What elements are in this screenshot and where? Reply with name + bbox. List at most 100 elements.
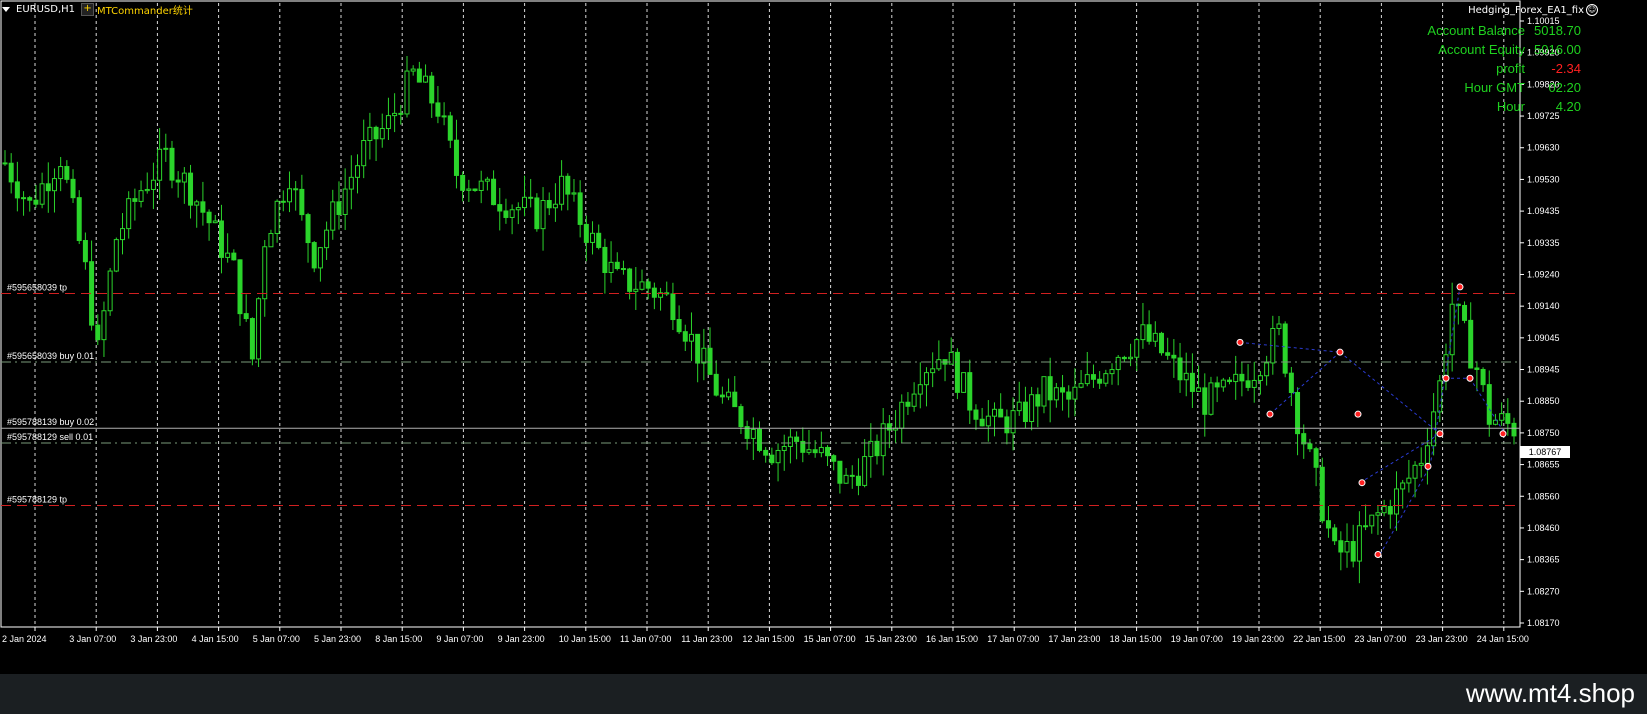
candle-body [620,268,626,271]
candle-body [1301,433,1307,445]
footer-bar: www.mt4.shop [0,674,1647,714]
candle-body [330,201,336,231]
candle-body [1004,416,1010,434]
trade-marker [1466,374,1474,382]
candle-body [472,188,478,191]
candle-body [1307,443,1313,450]
candle-body [21,197,27,200]
info-label: Hour [1496,99,1525,114]
candle-body [1146,324,1152,342]
plot-frame [0,0,1521,628]
trade-marker [1424,462,1432,470]
candle-body [837,460,843,484]
candle-body [633,288,639,292]
candle-body [225,252,231,258]
candle-body [385,115,391,130]
candle-body [923,372,929,386]
indicator-badge[interactable]: + MTCommander统计 [81,2,193,17]
candle-body [1060,387,1066,393]
expert-advisor-label[interactable]: Hedging_Forex_EA1_fix ☺ [1468,4,1598,16]
trade-connector [1239,341,1341,353]
candle-body [286,188,292,203]
candle-body [120,228,126,241]
candle-body [812,449,818,454]
y-tick-label: 1.08270 [1527,586,1560,596]
candle-body [1387,506,1393,515]
candle-body [917,384,923,395]
x-tick-label: 17 Jan 07:00 [987,634,1039,644]
candle-body [175,179,181,183]
x-tick-label: 23 Jan 07:00 [1354,634,1406,644]
plus-icon[interactable]: + [81,2,95,16]
candle-body [126,198,132,230]
y-tick-label: 1.08850 [1527,396,1560,406]
info-value: 02:20 [1548,80,1581,95]
candle-body [645,281,651,289]
info-row: Hour GMT 02:20 [1427,78,1581,97]
candle-body [540,199,546,230]
dropdown-icon[interactable] [2,6,10,12]
chart-window[interactable]: 2 Jan 2024 3 Jan 07:00 3 Jan 23:00 4 Jan 15… [0,0,1647,714]
candle-body [1363,525,1369,528]
trade-marker [1374,550,1382,558]
order-line-label: #595658039 tp [7,282,67,292]
candle-body [416,68,422,83]
candle-body [726,391,732,398]
candle-body [76,197,82,242]
candle-body [324,229,330,249]
indicator-label: MTCommander统计 [97,5,193,17]
candle-body [188,172,194,206]
candle-body [1189,372,1195,392]
candle-body [1486,384,1492,425]
candle-body [317,247,323,269]
candle-body [985,415,991,427]
y-tick-label: 1.09530 [1527,174,1560,184]
candle-body [602,246,608,274]
candle-body [435,102,441,117]
x-tick-label: 22 Jan 15:00 [1293,634,1345,644]
candle-body [274,200,280,235]
candle-body [806,449,812,453]
candle-body [398,112,404,115]
candle-body [1177,357,1183,381]
candle-body [361,140,367,167]
candle-body [1424,445,1430,464]
trade-connector [1379,466,1431,555]
info-label: Account Equity [1438,42,1525,57]
candle-body [1165,352,1171,356]
candle-body [1239,373,1245,382]
candle-body [1474,367,1480,370]
candle-body [95,324,101,341]
candle-body [1313,448,1319,468]
x-tick-label: 3 Jan 23:00 [130,634,177,644]
x-tick-label: 15 Jan 07:00 [804,634,856,644]
candle-body [954,351,960,393]
candle-body [206,211,212,224]
smiley-icon: ☺ [1586,4,1598,16]
candle-body [460,174,466,191]
candle-body [58,166,64,180]
candle-body [559,175,565,205]
candle-body [781,445,787,451]
candle-body [1072,386,1078,400]
ea-name-text: Hedging_Forex_EA1_fix [1468,4,1584,16]
candle-body [392,112,398,117]
trade-marker [1499,430,1507,438]
candle-body [565,175,571,195]
candle-body [707,347,713,375]
candle-body [299,188,305,216]
candle-body [1381,506,1387,514]
candle-body [583,223,589,243]
candle-body [825,446,831,457]
info-row: Hour 4.20 [1427,97,1581,116]
price-chart[interactable]: 2 Jan 2024 3 Jan 07:00 3 Jan 23:00 4 Jan 15… [0,0,1647,714]
x-tick-label: 11 Jan 23:00 [681,634,732,644]
y-tick-label: 1.09335 [1527,238,1560,248]
candle-body [293,188,299,191]
trade-marker [1236,338,1244,346]
info-value: -2.34 [1551,61,1581,76]
candle-body [379,128,385,140]
candle-body [194,201,200,206]
info-row: Account Equity 5016.00 [1427,40,1581,59]
candle-body [1245,380,1251,388]
